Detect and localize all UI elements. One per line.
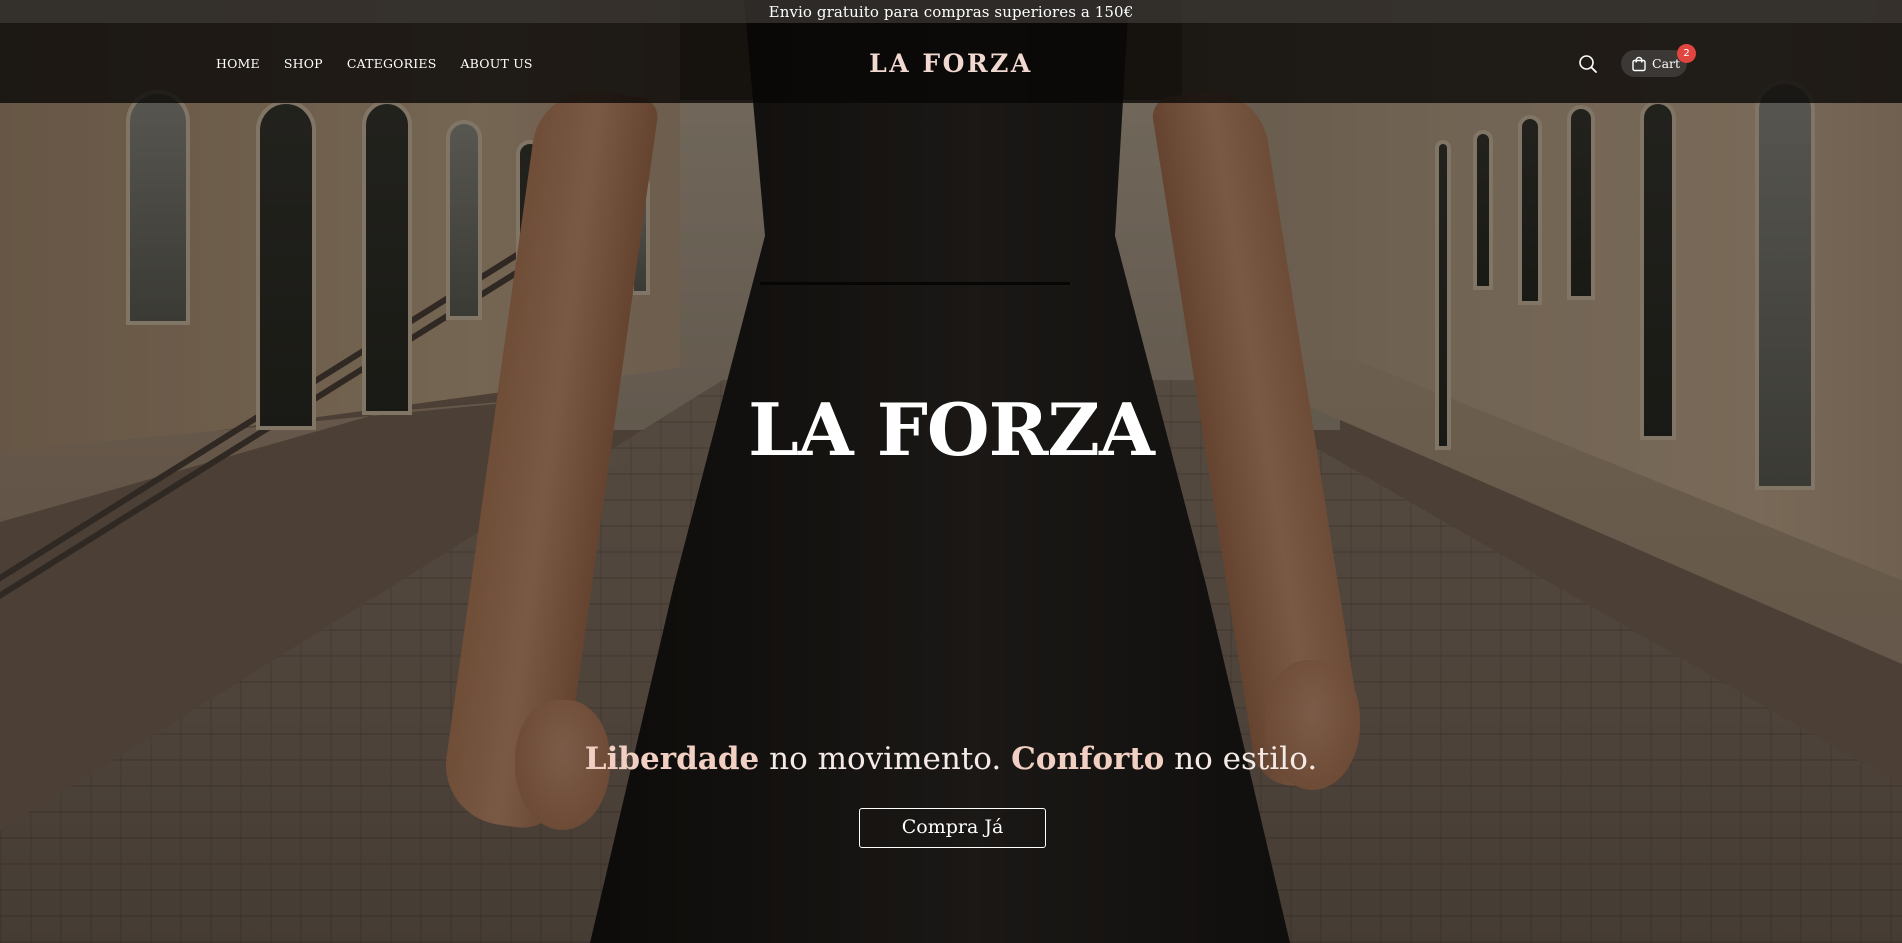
- tagline-highlight: Conforto: [1011, 741, 1165, 777]
- nav-item-home[interactable]: HOME: [216, 56, 260, 71]
- tagline-text: no estilo.: [1164, 741, 1318, 777]
- main-nav: HOME SHOP CATEGORIES ABOUT US: [216, 23, 533, 103]
- tagline-text: no movimento.: [759, 741, 1012, 777]
- hero-tagline: Liberdade no movimento. Conforto no esti…: [0, 738, 1902, 780]
- search-icon[interactable]: [1577, 53, 1599, 75]
- tagline-highlight: Liberdade: [584, 741, 760, 777]
- nav-item-categories[interactable]: CATEGORIES: [347, 56, 437, 71]
- hero-title: LA FORZA: [748, 387, 1155, 472]
- shopping-bag-icon: [1631, 56, 1647, 72]
- hero-section: LA FORZA Liberdade no movimento. Confort…: [0, 0, 1902, 943]
- nav-item-shop[interactable]: SHOP: [284, 56, 323, 71]
- cart-label: Cart: [1652, 56, 1681, 71]
- shop-now-button[interactable]: Compra Já: [859, 808, 1046, 848]
- nav-item-about-us[interactable]: ABOUT US: [460, 56, 532, 71]
- site-header: HOME SHOP CATEGORIES ABOUT US LA FORZA C…: [0, 23, 1902, 103]
- cart-count-badge: 2: [1677, 44, 1696, 63]
- announcement-bar: Envio gratuito para compras superiores a…: [0, 0, 1902, 23]
